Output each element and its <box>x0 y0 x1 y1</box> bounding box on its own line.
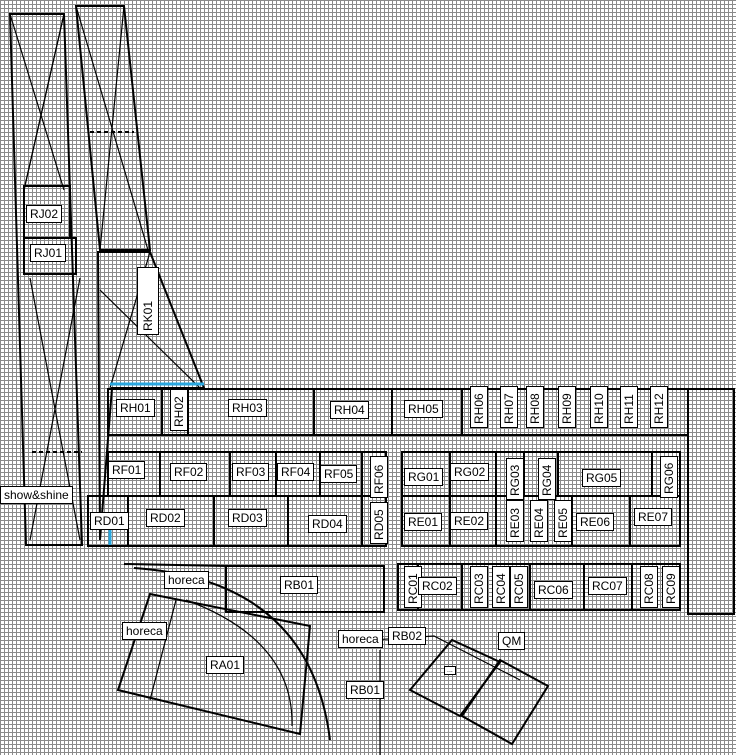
zone-label-rf03[interactable]: RF03 <box>232 463 270 481</box>
zone-label-rg05[interactable]: RG05 <box>582 469 622 487</box>
zone-label-rc08[interactable]: RC08 <box>640 566 658 608</box>
zone-label-rh12[interactable]: RH12 <box>650 386 668 428</box>
zone-label-re07[interactable]: RE07 <box>634 508 673 526</box>
zone-label-rc03[interactable]: RC03 <box>470 566 488 608</box>
zone-label-rd04[interactable]: RD04 <box>308 515 347 533</box>
zone-label-rh01[interactable]: RH01 <box>116 399 155 417</box>
zone-label-rc04[interactable]: RC04 <box>492 566 510 608</box>
zone-label-re05[interactable]: RE05 <box>554 500 572 542</box>
zone-label-small-box[interactable]: ... <box>444 666 456 675</box>
zone-label-rd05[interactable]: RD05 <box>370 502 388 544</box>
zone-label-rd03[interactable]: RD03 <box>228 509 267 527</box>
zone-label-rc06[interactable]: RC06 <box>534 581 573 599</box>
zone-label-rh02[interactable]: RH02 <box>170 389 188 431</box>
zone-label-rh06[interactable]: RH06 <box>470 386 488 428</box>
zone-label-rf05[interactable]: RF05 <box>320 465 358 483</box>
zone-label-rc05[interactable]: RC05 <box>510 566 528 608</box>
zone-label-rj01[interactable]: RJ01 <box>30 244 67 262</box>
zone-label-rf04[interactable]: RF04 <box>277 463 315 481</box>
zone-label-re06[interactable]: RE06 <box>576 513 615 531</box>
zone-label-rh09[interactable]: RH09 <box>558 386 576 428</box>
zone-label-rc09[interactable]: RC09 <box>662 566 680 608</box>
zone-rj-column <box>8 13 84 546</box>
zone-label-rh08[interactable]: RH08 <box>526 386 544 428</box>
zone-label-horeca-2[interactable]: horeca <box>122 622 167 640</box>
zone-label-rd01[interactable]: RD01 <box>90 512 129 530</box>
zone-label-rf02[interactable]: RF02 <box>170 463 208 481</box>
zone-label-rb02[interactable]: RB02 <box>388 627 427 645</box>
zone-label-rb01-top[interactable]: RB01 <box>280 576 319 594</box>
zone-label-rb01-bottom[interactable]: RB01 <box>346 681 385 699</box>
zone-label-show-shine[interactable]: show&shine <box>0 486 73 504</box>
zone-label-rg03[interactable]: RG03 <box>506 458 524 500</box>
zone-label-rg06[interactable]: RG06 <box>660 456 678 498</box>
zone-label-qm[interactable]: QM <box>498 632 526 650</box>
zone-label-rg02[interactable]: RG02 <box>450 463 490 481</box>
zone-label-rf06[interactable]: RF06 <box>370 456 388 498</box>
zone-label-rg04[interactable]: RG04 <box>538 458 556 500</box>
zone-label-rh10[interactable]: RH10 <box>590 386 608 428</box>
zone-label-rh05[interactable]: RH05 <box>404 400 443 418</box>
zone-label-rh07[interactable]: RH07 <box>500 386 518 428</box>
zone-label-rh04[interactable]: RH04 <box>330 401 369 419</box>
zone-label-rf01[interactable]: RF01 <box>108 461 146 479</box>
zone-right-column <box>687 388 735 615</box>
zone-label-rc07[interactable]: RC07 <box>588 577 627 595</box>
zone-label-re02[interactable]: RE02 <box>450 512 489 530</box>
zone-label-rd02[interactable]: RD02 <box>146 509 185 527</box>
zone-label-rk01[interactable]: RK01 <box>137 267 159 335</box>
zone-label-rh03[interactable]: RH03 <box>228 399 267 417</box>
zone-label-re04[interactable]: RE04 <box>530 500 548 542</box>
zone-label-rh11[interactable]: RH11 <box>620 386 638 428</box>
zone-label-re01[interactable]: RE01 <box>404 513 443 531</box>
zone-label-horeca-3[interactable]: horeca <box>338 630 383 648</box>
zone-label-rj02[interactable]: RJ02 <box>26 205 63 223</box>
zone-label-horeca-1[interactable]: horeca <box>164 571 209 589</box>
zone-rb02-qm-area <box>371 635 550 755</box>
zone-label-re03[interactable]: RE03 <box>506 500 524 542</box>
zone-label-ra01[interactable]: RA01 <box>206 656 245 674</box>
zone-label-rc02[interactable]: RC02 <box>418 577 457 595</box>
zone-label-rg01[interactable]: RG01 <box>404 468 444 486</box>
